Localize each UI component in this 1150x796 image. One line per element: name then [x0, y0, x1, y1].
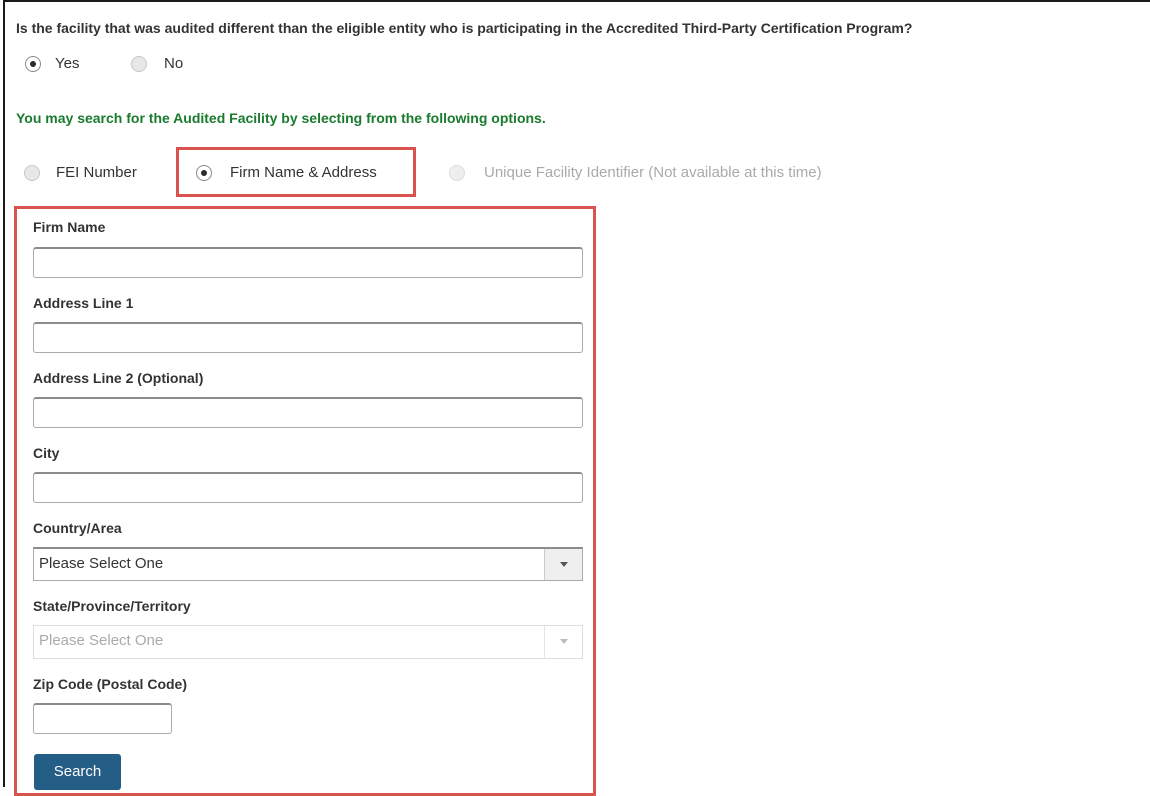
address-line2-input[interactable]: [33, 397, 583, 428]
city-input[interactable]: [33, 472, 583, 503]
country-select[interactable]: Please Select One: [33, 547, 583, 581]
search-button[interactable]: Search: [34, 754, 121, 790]
radio-fei-number[interactable]: [24, 165, 40, 181]
state-label: State/Province/Territory: [33, 598, 191, 614]
facility-question: Is the facility that was audited differe…: [16, 20, 913, 36]
zip-code-label: Zip Code (Postal Code): [33, 676, 187, 692]
firm-name-input[interactable]: [33, 247, 583, 278]
firm-name-label: Firm Name: [33, 219, 106, 235]
address-line1-input[interactable]: [33, 322, 583, 353]
radio-no[interactable]: [131, 56, 147, 72]
country-select-value: Please Select One: [39, 555, 164, 572]
radio-fei-number-label[interactable]: FEI Number: [56, 164, 137, 181]
radio-firm-name-address-label[interactable]: Firm Name & Address: [230, 164, 377, 181]
zip-code-input[interactable]: [33, 703, 172, 734]
radio-unique-facility-id-label: Unique Facility Identifier (Not availabl…: [484, 164, 822, 181]
state-select: Please Select One: [33, 625, 583, 659]
search-hint: You may search for the Audited Facility …: [16, 110, 546, 126]
state-select-value: Please Select One: [39, 632, 164, 649]
address-line1-label: Address Line 1: [33, 295, 134, 311]
city-label: City: [33, 445, 60, 461]
chevron-down-icon: [544, 626, 582, 658]
radio-yes-label[interactable]: Yes: [55, 55, 79, 72]
country-label: Country/Area: [33, 520, 122, 536]
radio-firm-name-address[interactable]: [196, 165, 212, 181]
frame-left-border: [3, 0, 5, 787]
radio-no-label[interactable]: No: [164, 55, 183, 72]
radio-unique-facility-id: [449, 165, 465, 181]
frame-top-border: [3, 0, 1150, 2]
address-line2-label: Address Line 2 (Optional): [33, 370, 204, 386]
radio-yes[interactable]: [25, 56, 41, 72]
chevron-down-icon[interactable]: [544, 549, 582, 580]
